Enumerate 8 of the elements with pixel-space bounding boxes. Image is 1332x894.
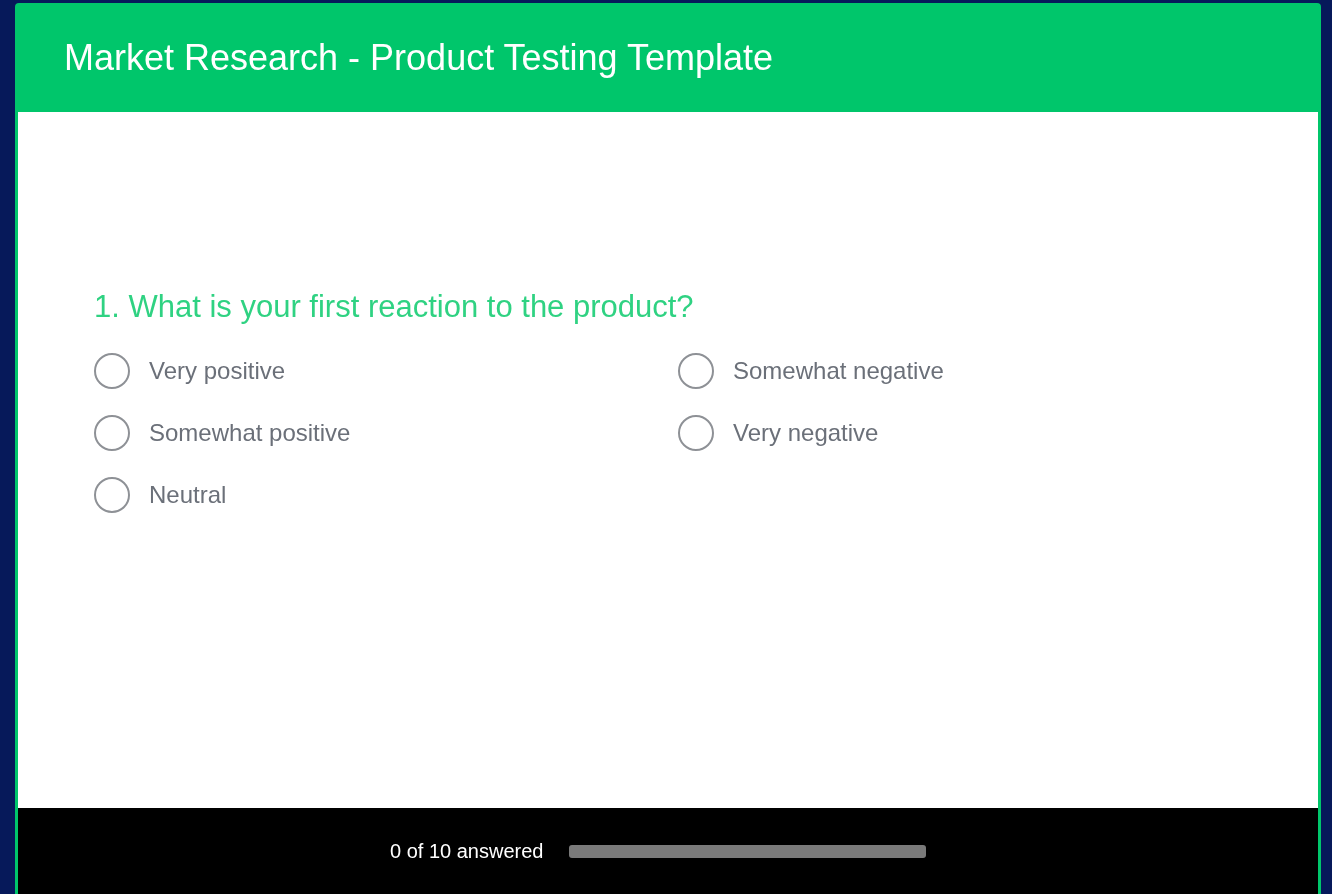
radio-option[interactable]: Very negative: [678, 414, 879, 451]
progress-text: 0 of 10 answered: [390, 839, 544, 864]
radio-option[interactable]: Somewhat negative: [678, 352, 944, 389]
radio-option[interactable]: Very positive: [94, 352, 286, 389]
radio-option[interactable]: Neutral: [94, 476, 227, 513]
question-text: 1. What is your first reaction to the product?: [94, 288, 694, 326]
radio-option[interactable]: Somewhat positive: [94, 414, 351, 451]
survey-title: Market Research - Product Testing Template: [64, 35, 773, 80]
